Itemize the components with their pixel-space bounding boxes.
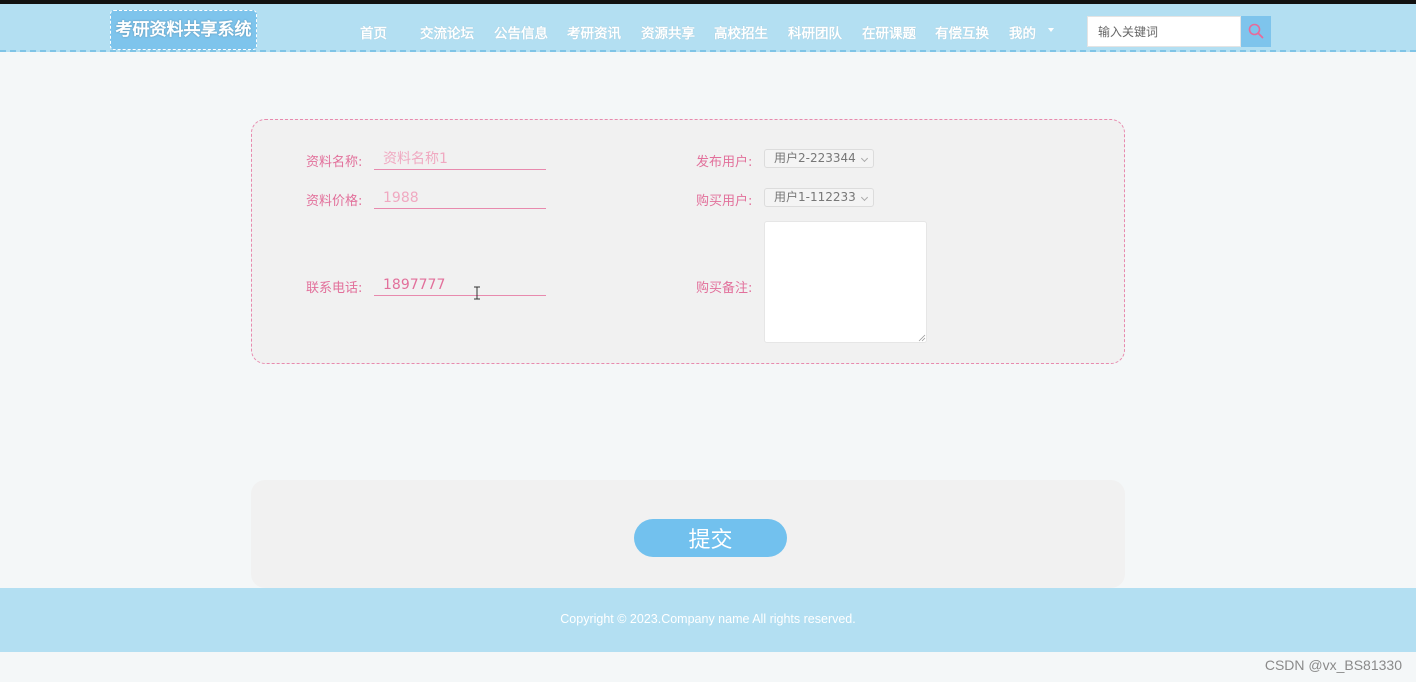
text-cursor-icon	[474, 286, 480, 300]
site-logo[interactable]: 考研资料共享系统	[110, 10, 257, 50]
remark-textarea[interactable]	[764, 221, 927, 343]
chevron-down-icon	[860, 193, 869, 202]
nav-forum[interactable]: 交流论坛	[420, 22, 474, 42]
csdn-watermark: CSDN @vx_BS81330	[1264, 657, 1402, 673]
nav-notices[interactable]: 公告信息	[494, 22, 548, 42]
top-navbar: 考研资料共享系统 首页 交流论坛 公告信息 考研资讯 资源共享 高校招生 科研团…	[0, 0, 1416, 52]
publisher-select-value: 用户2-223344	[774, 151, 856, 165]
copyright-text: Copyright © 2023.Company name All rights…	[560, 612, 856, 626]
publisher-label: 发布用户:	[696, 155, 753, 170]
search-button[interactable]	[1241, 16, 1271, 47]
material-price-input[interactable]	[374, 187, 546, 209]
chevron-down-icon	[860, 154, 869, 163]
remark-label: 购买备注:	[696, 281, 753, 296]
nav-admissions[interactable]: 高校招生	[714, 22, 768, 42]
footer: Copyright © 2023.Company name All rights…	[0, 588, 1416, 652]
nav-paid-exchange[interactable]: 有偿互换	[935, 22, 989, 42]
price-label: 资料价格:	[306, 194, 363, 209]
nav-research-topics[interactable]: 在研课题	[862, 22, 916, 42]
submit-button[interactable]: 提交	[634, 519, 787, 557]
nav-news[interactable]: 考研资讯	[567, 22, 621, 42]
nav-resources[interactable]: 资源共享	[641, 22, 695, 42]
buyer-select-value: 用户1-112233	[774, 190, 856, 204]
resize-grip-icon[interactable]	[918, 334, 926, 342]
buyer-label: 购买用户:	[696, 194, 753, 209]
publisher-select[interactable]: 用户2-223344	[764, 149, 874, 168]
nav-home[interactable]: 首页	[360, 22, 387, 42]
phone-input[interactable]	[374, 274, 546, 296]
nav-mine[interactable]: 我的	[1009, 22, 1036, 42]
search-input[interactable]	[1087, 16, 1241, 47]
phone-label: 联系电话:	[306, 281, 363, 296]
nav-research-teams[interactable]: 科研团队	[788, 22, 842, 42]
material-name-input[interactable]	[374, 148, 546, 170]
search-icon	[1248, 23, 1264, 39]
name-label: 资料名称:	[306, 155, 363, 170]
chevron-down-icon[interactable]	[1048, 28, 1054, 32]
buyer-select[interactable]: 用户1-112233	[764, 188, 874, 207]
